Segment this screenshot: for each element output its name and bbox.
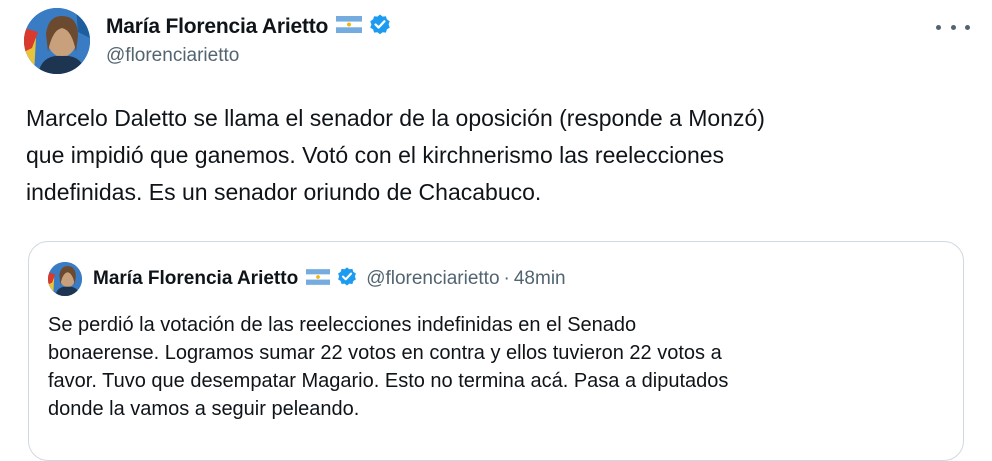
quoted-author-avatar[interactable] — [48, 262, 82, 296]
more-dot — [936, 24, 941, 30]
author-avatar[interactable] — [24, 8, 90, 74]
author-name[interactable]: María Florencia Arietto — [106, 15, 328, 39]
more-dot — [950, 24, 956, 30]
argentina-flag-icon — [336, 16, 363, 38]
argentina-flag-icon — [306, 268, 331, 290]
more-dot — [965, 24, 970, 30]
tweet-text: Marcelo Daletto se llama el senador de l… — [26, 105, 765, 205]
more-options-icon[interactable] — [936, 16, 970, 38]
quoted-header: María Florencia Arietto @florenciarietto… — [93, 264, 566, 294]
quoted-separator: · — [503, 268, 510, 289]
quoted-tweet-text: Se perdió la votación de las reeleccione… — [48, 314, 729, 420]
author-name-row: María Florencia Arietto — [106, 12, 392, 42]
verified-badge-icon — [336, 266, 358, 293]
quoted-author-handle[interactable]: @florenciarietto — [366, 268, 499, 290]
quoted-author-name[interactable]: María Florencia Arietto — [93, 268, 298, 290]
verified-badge-icon — [368, 13, 392, 42]
quoted-timestamp[interactable]: 48min — [514, 268, 566, 290]
author-handle[interactable]: @florenciarietto — [106, 45, 239, 67]
